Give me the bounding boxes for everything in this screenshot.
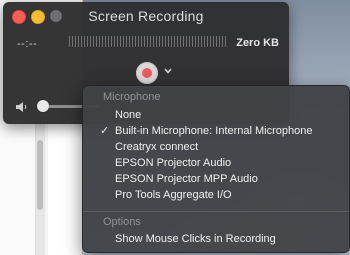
chevron-down-icon[interactable] (164, 65, 172, 77)
menu-item-microphone-pro-tools[interactable]: Pro Tools Aggregate I/O (83, 187, 349, 203)
document-page-left (0, 120, 35, 255)
menu-item-microphone-epson-mpp[interactable]: EPSON Projector MPP Audio (83, 171, 349, 187)
options-section-header: Options (103, 216, 141, 228)
menu-item-microphone-creatryx[interactable]: Creatryx connect (83, 139, 349, 155)
record-icon (142, 68, 152, 78)
menu-item-microphone-none[interactable]: None (83, 107, 349, 123)
speaker-icon (15, 100, 29, 112)
file-size: Zero KB (236, 37, 279, 49)
microphone-section-header: Microphone (103, 91, 161, 103)
menu-item-label: EPSON Projector Audio (115, 157, 232, 169)
menu-item-label: Creatryx connect (115, 141, 199, 153)
scrollbar-thumb[interactable] (37, 140, 43, 210)
recording-options-menu: Microphone None ✓ Built-in Microphone: I… (82, 85, 350, 253)
menu-item-label: Built-in Microphone: Internal Microphone (115, 125, 313, 137)
volume-slider-knob[interactable] (37, 100, 49, 112)
menu-item-label: Show Mouse Clicks in Recording (115, 233, 276, 245)
document-page-right (48, 120, 82, 255)
menu-item-microphone-epson-audio[interactable]: EPSON Projector Audio (83, 155, 349, 171)
menu-item-label: Pro Tools Aggregate I/O (115, 189, 232, 201)
menu-separator (83, 211, 349, 212)
checkmark-icon: ✓ (100, 125, 110, 137)
elapsed-time: --:-- (17, 38, 38, 50)
record-button[interactable] (136, 62, 158, 84)
window-title: Screen Recording (88, 8, 204, 24)
menu-item-show-mouse-clicks[interactable]: Show Mouse Clicks in Recording (83, 231, 349, 247)
menu-item-label: EPSON Projector MPP Audio (115, 173, 258, 185)
audio-level-meter (69, 36, 227, 47)
menu-item-microphone-built-in[interactable]: ✓ Built-in Microphone: Internal Micropho… (83, 123, 349, 139)
menu-item-label: None (115, 109, 142, 121)
